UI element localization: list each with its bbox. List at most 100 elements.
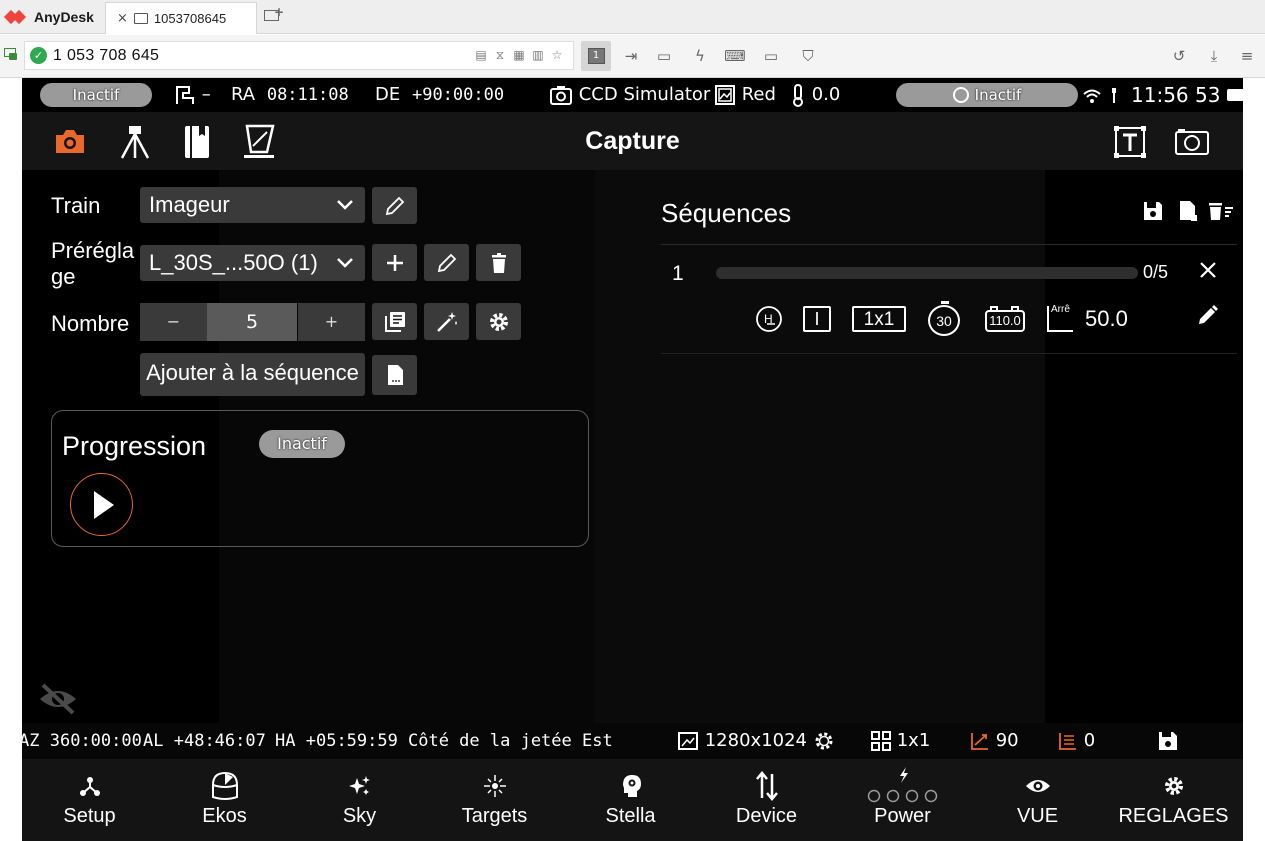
pencil-outline-icon [437,253,456,272]
count-increment-button[interactable]: + [298,303,365,341]
preset-select[interactable]: L_30S_...50O (1) [140,245,365,281]
timer-value: 30 [928,305,960,336]
remote-screen[interactable]: Inactif – RA 08:11:08 DE +90:00:00 CCD S… [22,78,1243,841]
session-tab[interactable]: × 1053708645 [105,2,257,34]
save-sequence-as-button[interactable] [1177,199,1201,227]
edit-sequence-item-button[interactable] [1196,303,1220,331]
keyboard-button[interactable]: ⌨ [720,41,750,71]
telescope-mount-icon [176,86,194,104]
nav-ekos[interactable]: Ekos [157,759,292,841]
nav-icon-slot [563,773,698,799]
pencil-outline-icon [385,196,404,215]
analyze-module-button[interactable] [241,124,277,160]
nav-stella-label: Stella [605,805,656,827]
sequence-item-binning: 1x1 [851,302,907,336]
library-books-icon [384,311,405,332]
file-transfer-button[interactable]: ⇥ [616,41,646,71]
actions-button[interactable]: ϟ [685,41,715,71]
save-image-button[interactable] [1158,731,1178,756]
resolution-value: 1280x1024 [704,730,808,751]
delete-preset-button[interactable] [476,244,521,281]
nav-power[interactable]: Power [835,759,970,841]
permissions-button[interactable]: ⛉ [793,41,823,71]
nav-targets[interactable]: Targets [427,759,562,841]
module-toolbar: Capture [22,112,1243,170]
train-select[interactable]: Imageur [140,187,365,223]
address-field[interactable]: ✓ 1 053 708 645 ▤ ⧖ ▦ ▥ ☆ [24,41,574,70]
menu-button[interactable]: ≡ [1232,41,1262,71]
nav-sky[interactable]: Sky [292,759,427,841]
sequence-item-filter: I [802,302,832,336]
mount-dash: – [201,84,211,105]
temperature-readout: 0.0 [790,82,840,108]
new-sequence-file-button[interactable] [372,355,417,395]
mount-status: – [174,82,211,108]
chat-icon: ▭ [656,47,672,65]
gain-value: 90 [995,730,1019,751]
nav-reglages[interactable]: REGLAGES [1106,759,1241,841]
history-button[interactable]: ↺ [1164,41,1194,71]
download-button[interactable]: ⤓ [1199,41,1229,71]
bottom-navigation: Setup Ekos Sky Targets Stella Device Pow… [22,759,1243,841]
count-decrement-button[interactable]: − [140,303,207,341]
nav-setup[interactable]: Setup [22,759,157,841]
capture-module-button[interactable] [52,124,88,160]
count-input[interactable]: 5 [207,303,297,341]
notebook-icon [185,126,209,158]
secure-connection-icon [4,46,20,64]
text-overlay-button[interactable] [1112,124,1148,160]
stop-condition-label: Arrê [1051,304,1070,315]
clear-sequence-button[interactable] [1208,200,1234,226]
file-icon [387,365,403,385]
swap-vertical-icon [755,771,778,801]
count-label: Nombre [51,311,130,336]
anydesk-logo-icon [3,9,28,25]
edit-train-button[interactable] [372,187,417,224]
progress-title: Progression [62,431,207,461]
remove-sequence-item-button[interactable] [1198,260,1218,284]
nav-stella[interactable]: Stella [563,759,698,841]
scheduler-module-button[interactable] [179,124,215,160]
chat-button[interactable]: ▭ [649,41,679,71]
capture-settings-button[interactable] [476,303,521,340]
keyboard-icon: ⌨ [724,47,746,65]
file-transfer-icon: ⇥ [624,47,638,65]
resolution-readout: 1280x1024 [677,728,835,754]
filter-readout: Red [714,82,776,108]
start-capture-button[interactable] [70,473,133,536]
sequence-item-exposure: 30 [927,301,963,336]
preview-button[interactable] [1174,124,1210,160]
address-status-icons: ▤ ⧖ ▦ ▥ ☆ [473,48,565,63]
display-button[interactable]: ▭ [756,41,786,71]
add-to-sequence-button[interactable]: Ajouter à la séquence [140,353,365,396]
add-preset-button[interactable] [372,244,417,281]
camera-temp-icon: 110.0 [985,305,1025,333]
clock: 11:56 53 [1131,82,1243,108]
favorite-star-icon[interactable]: ☆ [549,48,565,63]
shield-icon: ⛉ [802,47,814,65]
mount-module-button[interactable] [117,124,153,160]
lightning-icon: ϟ [695,47,705,65]
close-tab-icon[interactable]: × [117,11,128,26]
new-session-icon[interactable]: + [264,5,284,25]
file-export-icon [1180,201,1197,221]
nav-device[interactable]: Device [699,759,834,841]
hide-preview-button[interactable] [36,681,80,717]
anydesk-brand[interactable]: AnyDesk [3,8,94,26]
session-tab-label: 1053708645 [153,11,227,26]
camera-name: CCD Simulator [578,84,711,105]
save-sequence-button[interactable] [1142,200,1164,226]
observatory-icon [211,771,238,800]
nav-reglages-label: REGLAGES [1118,805,1229,827]
connected-check-icon: ✓ [30,47,47,64]
nav-vue[interactable]: VUE [970,759,1105,841]
edit-preset-button[interactable] [424,244,469,281]
nav-icon-slot [835,765,970,805]
stella-assistant-icon [622,775,641,797]
load-sequence-button[interactable] [372,303,417,340]
camera-icon [550,86,572,105]
monitor-select-button[interactable]: 1 [581,41,611,71]
status-bar: Inactif – RA 08:11:08 DE +90:00:00 CCD S… [22,78,1243,112]
auto-settings-button[interactable] [424,303,469,340]
clock-time: 11:56 53 [1131,83,1221,107]
